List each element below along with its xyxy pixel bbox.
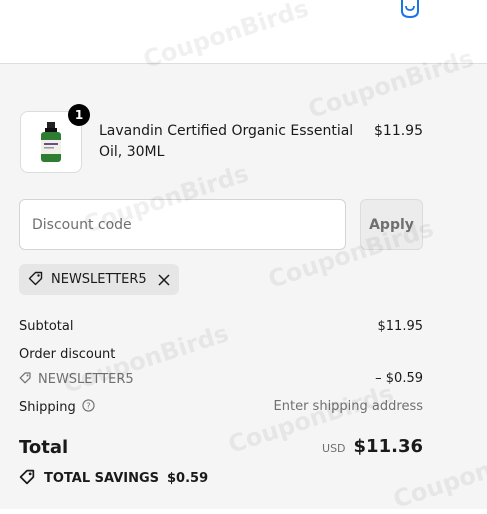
discount-code-input[interactable] (19, 199, 346, 250)
tag-icon (19, 468, 36, 489)
applied-discount-chip: NEWSLETTER5 (19, 264, 179, 295)
tag-icon (28, 270, 44, 290)
help-icon[interactable]: ? (82, 399, 95, 416)
product-price: $11.95 (374, 123, 423, 139)
applied-discount-code: NEWSLETTER5 (51, 272, 147, 287)
remove-discount-close-icon[interactable] (158, 273, 170, 286)
total-savings-label: TOTAL SAVINGS (44, 471, 160, 486)
header (0, 0, 487, 64)
product-name: Lavandin Certified Organic Essential Oil… (99, 123, 354, 160)
order-discount-code: NEWSLETTER5 (38, 372, 134, 387)
order-discount-label: Order discount (19, 347, 116, 362)
svg-text:?: ? (86, 400, 90, 410)
total-savings: TOTAL SAVINGS $0.59 (19, 468, 208, 489)
total-label: Total (19, 437, 69, 458)
currency-code: USD (322, 442, 346, 455)
shipping-row: Shipping ? (19, 399, 95, 416)
quantity-badge: 1 (68, 104, 90, 126)
order-discount-value: – $0.59 (375, 371, 423, 386)
apply-button[interactable]: Apply (360, 199, 423, 250)
tag-icon (19, 371, 32, 388)
shipping-value: Enter shipping address (273, 399, 423, 414)
total-savings-value: $0.59 (167, 471, 209, 486)
total-amount-group: USD $11.36 (322, 436, 423, 457)
shopping-bag-icon[interactable] (399, 0, 421, 19)
shipping-label: Shipping (19, 400, 76, 415)
order-discount-code-row: NEWSLETTER5 (19, 371, 134, 388)
total-amount: $11.36 (353, 436, 423, 457)
subtotal-value: $11.95 (377, 319, 424, 334)
subtotal-label: Subtotal (19, 319, 74, 334)
